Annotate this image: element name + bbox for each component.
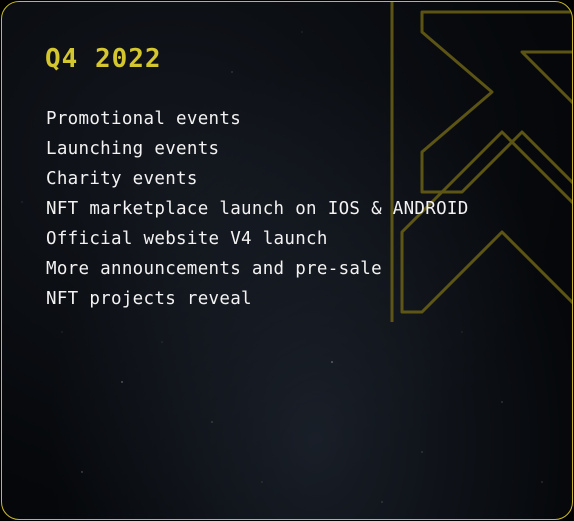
list-item: Official website V4 launch (46, 229, 328, 249)
list-item: More announcements and pre-sale (46, 259, 382, 279)
roadmap-card: Q4 2022 Promotional events Launching eve… (1, 1, 573, 520)
roadmap-title: Q4 2022 (45, 44, 162, 74)
list-item: NFT marketplace launch on IOS & ANDROID (46, 199, 469, 219)
list-item: Promotional events (46, 109, 242, 129)
list-item: Charity events (46, 169, 198, 189)
list-item: Launching events (46, 139, 220, 159)
list-item: NFT projects reveal (46, 289, 252, 309)
roadmap-event-list: Promotional events Launching events Char… (46, 104, 469, 314)
